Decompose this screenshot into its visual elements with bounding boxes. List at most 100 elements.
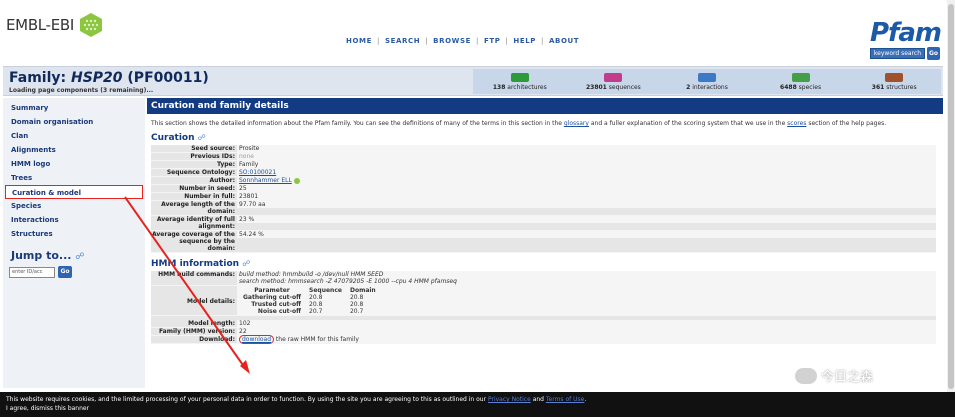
page-title: Family: HSP20 (PF00011) [9,70,209,86]
vertical-scrollbar[interactable] [947,0,955,392]
download-hmm-link[interactable]: download [239,335,275,344]
row-key: Average length of the domain: [161,201,235,215]
jump-to-go-button[interactable]: Go [58,266,72,278]
site-header: EMBL-EBI HOME | SEARCH | BROWSE | FTP | … [0,0,955,64]
stat-sequences[interactable]: 23801 sequences [567,69,661,94]
stat-structures[interactable]: 361 structures [847,69,941,94]
table-row: Sequence Ontology: SO:0100021 [151,169,936,177]
nav-search[interactable]: SEARCH [385,37,420,45]
keyword-search-go-button[interactable]: Go [927,47,940,60]
scores-link[interactable]: scores [787,120,806,127]
stat-count: 6488 [780,84,797,91]
intro-text: section of the help pages. [806,120,887,127]
terms-of-use-link[interactable]: Terms of Use [546,396,584,403]
search-method: search method: hmmsearch -Z 47079205 -E … [239,278,457,285]
architectures-icon [510,73,529,82]
privacy-notice-link[interactable]: Privacy Notice [488,396,531,403]
sidebar-item-clan[interactable]: Clan [3,129,145,143]
table-row: Average identity of full alignment: 23 % [151,216,936,231]
stat-count: 361 [871,84,885,91]
section-intro: This section shows the detailed informat… [151,120,939,127]
sequences-icon [604,73,623,82]
stat-interactions[interactable]: 2 interactions [660,69,754,94]
jump-to-form: enter ID/acc Go [3,266,145,278]
sidebar-item-hmm-logo[interactable]: HMM logo [3,157,145,171]
pfam-logo[interactable]: Pfam [870,18,942,48]
stat-label: architectures [507,84,547,91]
sidebar-item-alignments[interactable]: Alignments [3,143,145,157]
row-key: Seed source: [191,145,235,152]
stat-label: species [798,84,822,91]
nav-ftp[interactable]: FTP [484,37,501,45]
nav-separator: | [541,37,545,45]
main-content: Curation and family details This section… [147,98,943,388]
sidebar-item-species[interactable]: Species [3,199,145,213]
nav-separator: | [475,37,479,45]
build-method: build method: hmmbuild -o /dev/null HMM … [239,271,384,278]
sidebar-item-structures[interactable]: Structures [3,227,145,241]
table-row: Trusted cut-off 20.8 20.8 [251,301,364,308]
table-row: HMM build commands: build method: hmmbui… [151,271,936,286]
stat-count: 138 [492,84,506,91]
column-header: Sequence [309,287,342,294]
table-row: Number in full: 23801 [151,193,936,201]
table-row: Author: Sonnhammer ELL [151,177,936,185]
author-link[interactable]: Sonnhammer ELL [239,177,292,184]
help-icon[interactable]: ☍ [198,133,206,142]
table-row: Download: download the raw HMM for this … [151,335,936,344]
table-row: Average coverage of the sequence by the … [151,231,936,253]
row-key: Number in full: [184,193,235,200]
row-value: 23801 [237,193,936,200]
stat-species[interactable]: 6488 species [754,69,848,94]
row-value: 102 [237,320,936,327]
help-icon[interactable]: ☍ [75,252,84,262]
row-key: Model details: [187,298,235,305]
nav-separator: | [376,37,380,45]
wechat-icon [795,367,817,384]
scrollbar-thumb[interactable] [948,4,954,389]
nav-separator: | [505,37,509,45]
row-key: Average coverage of the sequence by the … [151,231,235,252]
row-key: Previous IDs: [190,153,235,160]
stat-architectures[interactable]: 138 architectures [473,69,567,94]
sidebar-item-summary[interactable]: Summary [3,101,145,115]
family-name: HSP20 [70,70,123,86]
section-title: Curation and family details [147,98,943,114]
sidebar-item-interactions[interactable]: Interactions [3,213,145,227]
dismiss-banner-link[interactable]: I agree, dismiss this banner [6,405,949,412]
species-icon [791,73,810,82]
row-value: 54.24 % [237,231,936,238]
row-key: Download: [199,336,235,343]
nav-help[interactable]: HELP [513,37,536,45]
sequence-ontology-link[interactable]: SO:0100021 [237,169,936,176]
orcid-icon[interactable] [293,177,300,184]
hmm-title: HMM information [151,259,240,269]
cookie-banner: This website requires cookies, and the l… [0,392,955,417]
curation-heading: Curation ☍ [151,133,939,143]
curation-title: Curation [151,133,195,143]
nav-browse[interactable]: BROWSE [433,37,471,45]
table-row: Type: Family [151,161,936,169]
model-details-table: Parameter Sequence Domain Gathering cut-… [239,287,380,315]
cookie-text: This website requires cookies, and the l… [6,396,488,403]
jump-to-input[interactable]: enter ID/acc [9,266,55,278]
sidebar-item-domain-organisation[interactable]: Domain organisation [3,115,145,129]
sidebar-item-trees[interactable]: Trees [3,171,145,185]
row-value: 97.70 aa [237,201,936,208]
glossary-link[interactable]: glossary [564,120,589,127]
loading-status: Loading page components (3 remaining)... [9,87,154,94]
sidebar-item-curation-model[interactable]: Curation & model [5,185,143,199]
stat-label: structures [886,84,917,91]
download-description: the raw HMM for this family [274,336,359,343]
ebi-logo[interactable]: EMBL-EBI [6,12,104,38]
nav-home[interactable]: HOME [346,37,372,45]
ebi-hexagon-icon [78,12,104,38]
stat-count: 2 [686,84,691,91]
nav-about[interactable]: ABOUT [549,37,579,45]
stat-label: interactions [692,84,728,91]
cookie-and: and [530,396,546,403]
row-key: Author: [209,177,235,184]
keyword-search-input[interactable]: keyword search [869,48,925,59]
intro-text: This section shows the detailed informat… [151,120,564,127]
help-icon[interactable]: ☍ [242,259,250,268]
